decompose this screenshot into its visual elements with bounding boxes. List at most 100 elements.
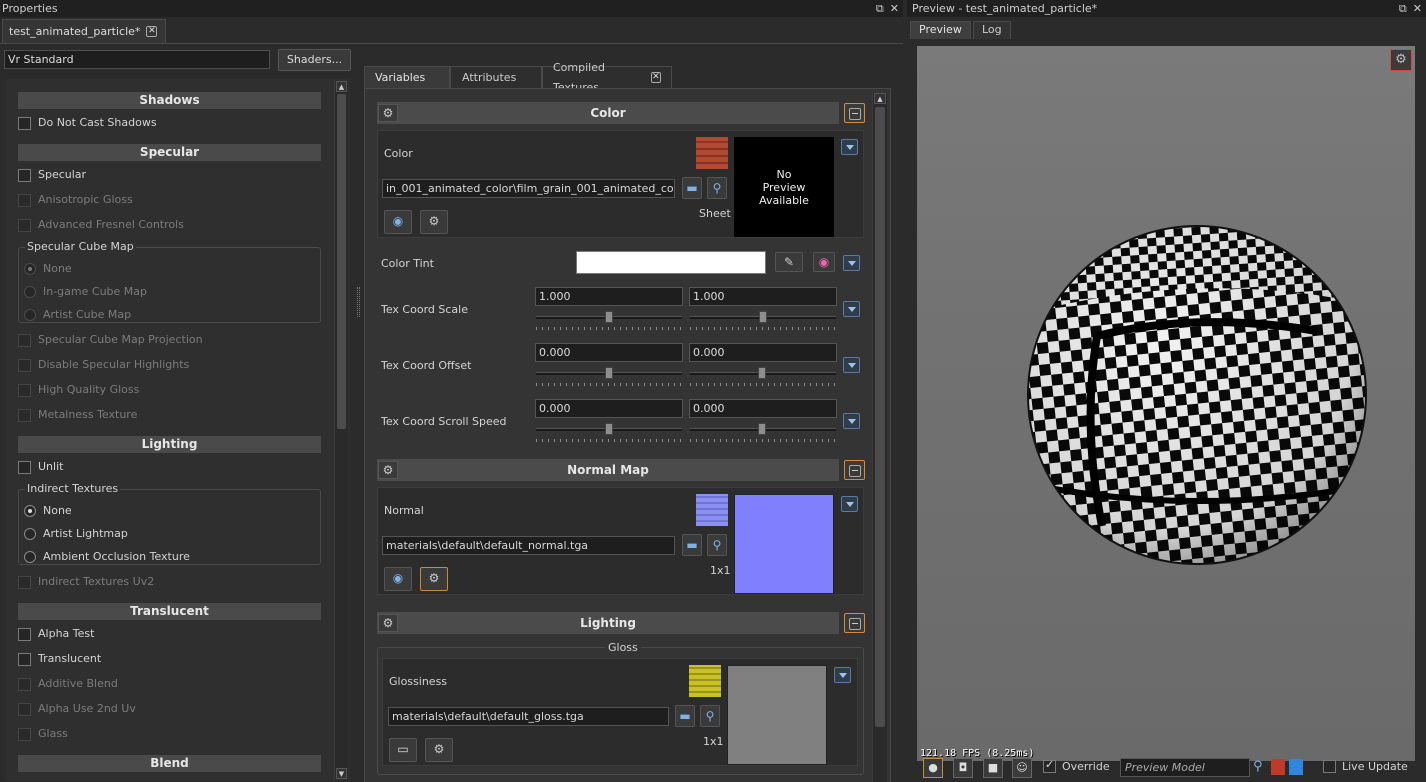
shader-select[interactable]: Vr Standard [4,50,270,69]
scroll-u-field[interactable]: 0.000 [535,399,683,418]
do-not-cast-shadows-checkbox[interactable]: Do Not Cast Shadows [18,115,157,131]
tab-compiled-textures[interactable]: Compiled Textures ✕ [542,61,672,94]
unlit-checkbox[interactable]: Unlit [18,459,63,475]
live-update-checkbox[interactable]: Live Update [1323,760,1408,773]
collapse-icon[interactable] [844,460,865,480]
cube-artist-radio[interactable]: Artist Cube Map [24,307,131,323]
scroll-v-field[interactable]: 0.000 [689,399,837,418]
settings-icon[interactable]: ⚙ [420,210,448,234]
chevron-down-icon[interactable] [843,357,860,373]
blue-tool-icon[interactable] [1289,759,1303,775]
scroll-thumb[interactable] [337,94,346,429]
red-tool-icon[interactable] [1271,759,1285,775]
chevron-down-icon[interactable] [843,301,860,317]
sphere-shape-icon[interactable]: ● [923,758,943,778]
advanced-fresnel-checkbox[interactable]: Advanced Fresnel Controls [18,217,184,233]
middle-scrollbar[interactable]: ▲ ▼ [872,93,887,782]
normal-thumbnail[interactable] [696,494,728,526]
metalness-texture-checkbox[interactable]: Metalness Texture [18,407,137,423]
slider-knob[interactable] [758,423,766,435]
folder-icon[interactable]: ▬ [675,705,695,727]
color-tint-swatch[interactable] [576,251,766,274]
folder-icon[interactable]: ▬ [682,177,702,199]
slider-knob[interactable] [605,311,613,323]
disable-specular-highlights-checkbox[interactable]: Disable Specular Highlights [18,357,189,373]
chevron-down-icon[interactable] [843,413,860,429]
color-path-field[interactable]: in_001_animated_color\film_grain_001_ani… [382,179,675,198]
search-icon[interactable]: ⚲ [707,534,727,556]
collapse-icon[interactable] [844,103,865,123]
search-icon[interactable]: ⚲ [1253,759,1263,774]
chevron-down-icon[interactable] [843,255,860,271]
cube-map-projection-checkbox[interactable]: Specular Cube Map Projection [18,332,203,348]
chevron-down-icon[interactable] [841,496,858,512]
override-checkbox[interactable]: ✓ Override [1043,758,1110,773]
close-tab-icon[interactable]: ✕ [146,26,158,37]
float-icon[interactable]: ⧉ [1399,0,1407,17]
chevron-down-icon[interactable] [834,667,851,683]
offset-u-field[interactable]: 0.000 [535,343,683,362]
character-shape-icon[interactable]: ☺ [1012,758,1032,778]
slider-knob[interactable] [759,311,767,323]
tab-log[interactable]: Log [973,21,1011,39]
eyedropper-icon[interactable]: ✎ [775,252,803,272]
scroll-up-icon[interactable]: ▲ [874,93,886,104]
gloss-path-field[interactable]: materials\default\default_gloss.tga [388,707,669,726]
artist-lightmap-radio[interactable]: Artist Lightmap [24,526,128,542]
slider-knob[interactable] [758,367,766,379]
close-icon[interactable]: ✕ [1413,0,1422,17]
scale-u-field[interactable]: 1.000 [535,287,683,306]
scroll-down-icon[interactable]: ▼ [336,768,347,779]
left-scrollbar[interactable]: ▲ ▼ [334,81,348,779]
cylinder-shape-icon[interactable]: ◘ [953,758,973,778]
glass-checkbox[interactable]: Glass [18,726,68,742]
chevron-down-icon[interactable] [841,139,858,155]
settings-icon[interactable]: ⚙ [420,567,448,591]
additive-blend-checkbox[interactable]: Additive Blend [18,676,118,692]
anisotropic-gloss-checkbox[interactable]: Anisotropic Gloss [18,192,133,208]
indirect-none-radio[interactable]: None [24,503,72,519]
cube-ingame-radio[interactable]: In-game Cube Map [24,284,147,300]
search-icon[interactable]: ⚲ [700,705,720,727]
gear-icon[interactable]: ⚙ [378,461,398,479]
gear-icon[interactable]: ⚙ [1390,49,1412,71]
scale-v-field[interactable]: 1.000 [689,287,837,306]
scroll-thumb[interactable] [875,107,885,727]
settings-icon[interactable]: ⚙ [425,738,453,762]
tab-attributes[interactable]: Attributes [450,66,542,88]
tab-preview[interactable]: Preview [910,21,971,39]
gloss-thumbnail[interactable] [689,665,721,697]
slider-knob[interactable] [605,423,613,435]
gear-icon[interactable]: ⚙ [378,614,398,632]
alpha-test-checkbox[interactable]: Alpha Test [18,626,94,642]
preview-viewport[interactable]: ⚙ 121.18 FPS (8.25ms) [917,46,1415,761]
color-wheel-icon[interactable]: ◉ [384,210,412,234]
scroll-up-icon[interactable]: ▲ [336,81,347,92]
alpha-2nd-uv-checkbox[interactable]: Alpha Use 2nd Uv [18,701,136,717]
offset-v-field[interactable]: 0.000 [689,343,837,362]
specular-checkbox[interactable]: Specular [18,167,86,183]
collapse-icon[interactable] [844,613,865,633]
gradient-icon[interactable]: ▭ [389,738,417,762]
high-quality-gloss-checkbox[interactable]: High Quality Gloss [18,382,139,398]
color-wheel-icon[interactable]: ◉ [384,567,412,591]
normal-path-field[interactable]: materials\default\default_normal.tga [382,536,675,555]
gear-icon[interactable]: ⚙ [378,104,398,122]
preview-model-field[interactable]: Preview Model [1120,758,1250,777]
close-tab-icon[interactable]: ✕ [650,72,661,83]
folder-icon[interactable]: ▬ [682,534,702,556]
tab-variables[interactable]: Variables [364,66,450,88]
float-icon[interactable]: ⧉ [876,0,884,17]
ambient-occlusion-radio[interactable]: Ambient Occlusion Texture [24,549,190,565]
shaders-button[interactable]: Shaders... [278,49,351,71]
document-tab[interactable]: test_animated_particle* ✕ [2,19,167,43]
panel-splitter[interactable] [357,287,360,317]
color-wheel-icon[interactable]: ◉ [813,252,835,272]
translucent-checkbox[interactable]: Translucent [18,651,101,667]
color-thumbnail[interactable] [696,137,728,169]
plane-shape-icon[interactable]: ■ [983,758,1003,778]
indirect-uv2-checkbox[interactable]: Indirect Textures Uv2 [18,574,154,590]
slider-knob[interactable] [605,367,613,379]
close-icon[interactable]: ✕ [890,0,899,17]
cube-none-radio[interactable]: None [24,261,72,277]
